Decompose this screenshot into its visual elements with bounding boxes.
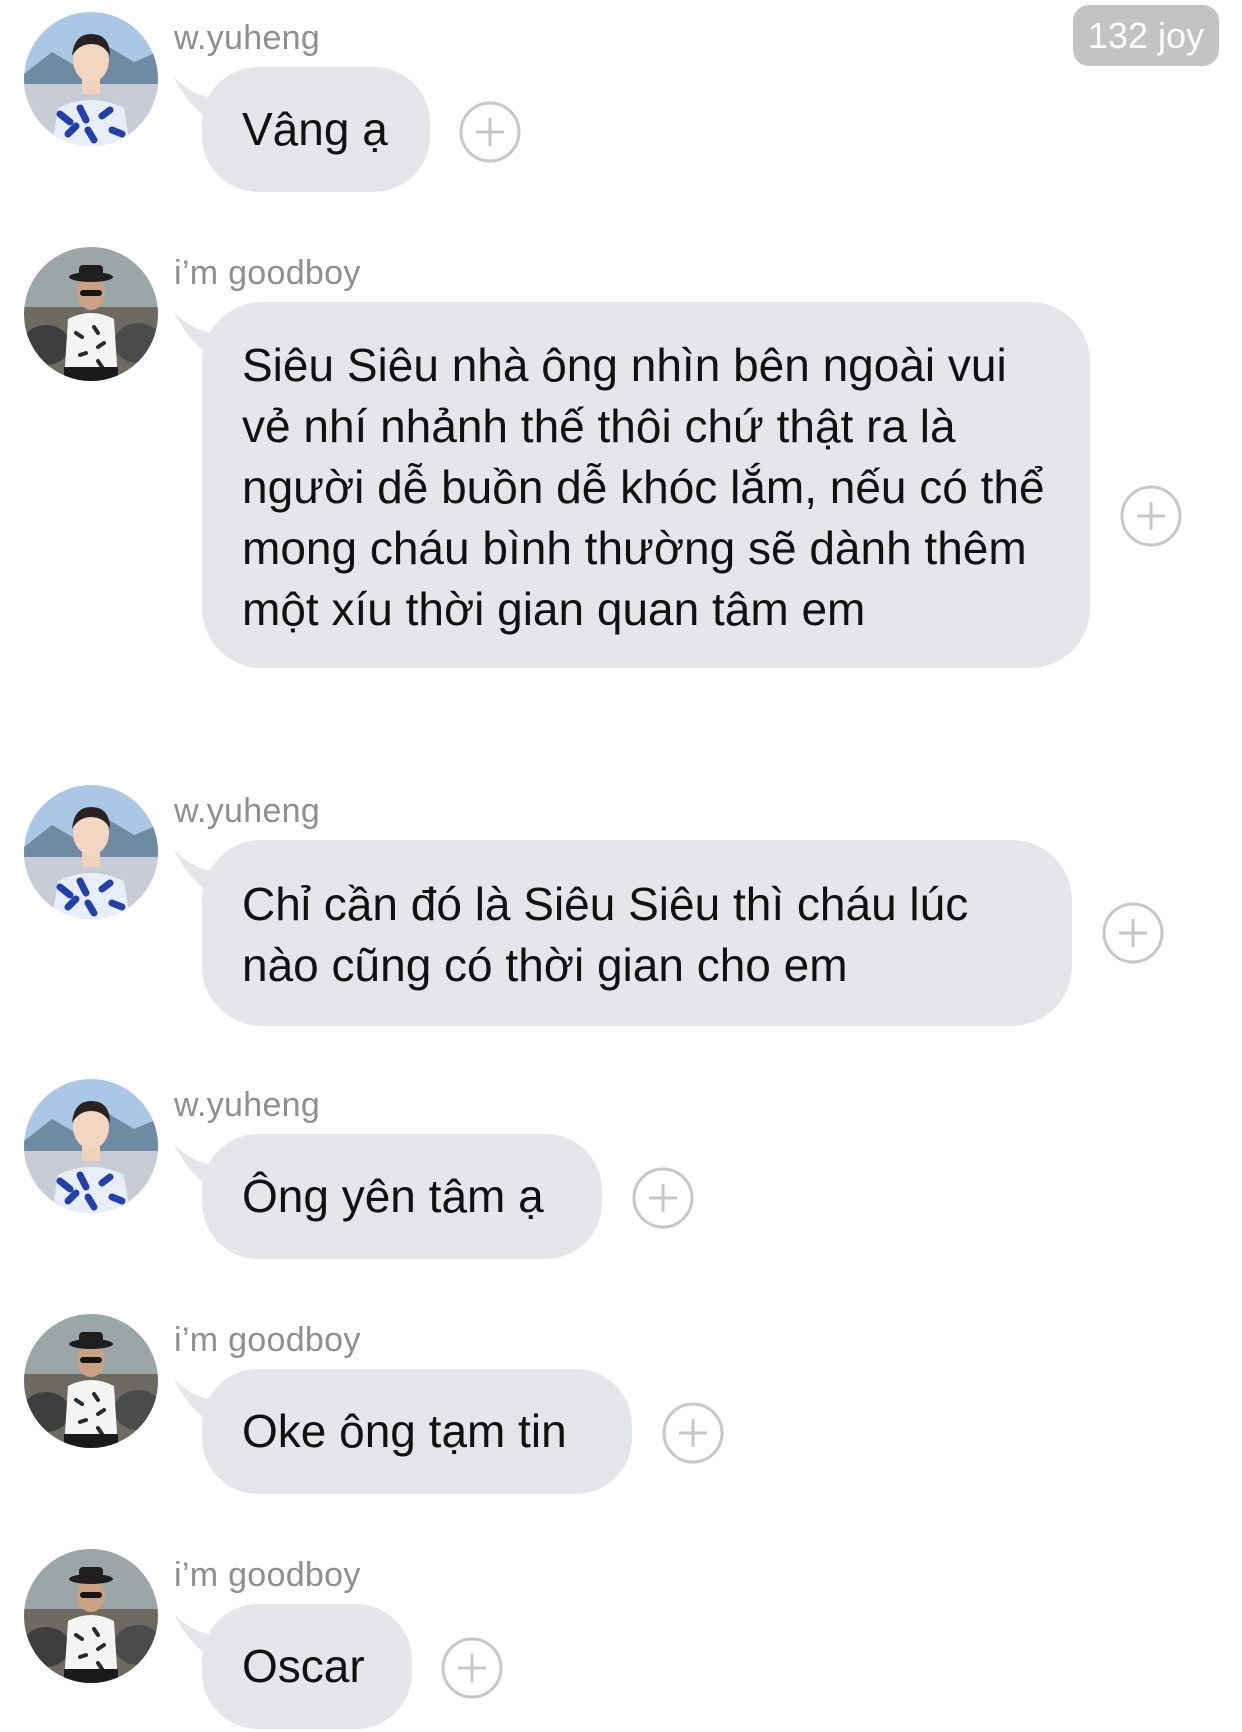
- plus-circle-icon: [632, 1167, 694, 1229]
- sender-name: w.yuheng: [174, 1086, 321, 1124]
- sender-name: w.yuheng: [174, 19, 321, 57]
- message-row: w.yuheng Ông yên tâm ạ: [0, 1079, 1242, 1269]
- message-bubble-wrapper: Vâng ạ: [170, 67, 430, 192]
- sender-name: w.yuheng: [174, 792, 321, 830]
- avatar[interactable]: [24, 1079, 158, 1213]
- plus-circle-icon: [441, 1637, 503, 1699]
- message-row: i’m goodboy Oscar: [0, 1549, 1242, 1732]
- add-reaction-button[interactable]: [441, 1637, 503, 1699]
- sender-name: i’m goodboy: [174, 254, 361, 292]
- add-reaction-button[interactable]: [459, 101, 521, 163]
- avatar[interactable]: [24, 1314, 158, 1448]
- add-reaction-button[interactable]: [632, 1167, 694, 1229]
- sender-name: i’m goodboy: [174, 1321, 361, 1359]
- message-bubble[interactable]: Oscar: [202, 1604, 412, 1729]
- plus-circle-icon: [459, 101, 521, 163]
- sender-name: i’m goodboy: [174, 1556, 361, 1594]
- message-row: w.yuheng Vâng ạ: [0, 12, 1242, 202]
- message-bubble-wrapper: Siêu Siêu nhà ông nhìn bên ngoài vui vẻ …: [170, 302, 1090, 668]
- message-bubble[interactable]: Oke ông tạm tin: [202, 1369, 632, 1494]
- avatar[interactable]: [24, 12, 158, 146]
- avatar[interactable]: [24, 247, 158, 381]
- plus-circle-icon: [1102, 902, 1164, 964]
- add-reaction-button[interactable]: [1102, 902, 1164, 964]
- avatar[interactable]: [24, 785, 158, 919]
- message-bubble-wrapper: Oke ông tạm tin: [170, 1369, 632, 1494]
- message-row: w.yuheng Chỉ cần đó là Siêu Siêu thì chá…: [0, 785, 1242, 1026]
- message-bubble[interactable]: Vâng ạ: [202, 67, 430, 192]
- message-row: i’m goodboy Siêu Siêu nhà ông nhìn bên n…: [0, 247, 1242, 737]
- plus-circle-icon: [662, 1402, 724, 1464]
- message-bubble-wrapper: Chỉ cần đó là Siêu Siêu thì cháu lúc nào…: [170, 840, 1072, 1026]
- message-bubble-wrapper: Ông yên tâm ạ: [170, 1134, 602, 1259]
- add-reaction-button[interactable]: [1120, 485, 1182, 547]
- message-row: i’m goodboy Oke ông tạm tin: [0, 1314, 1242, 1504]
- message-bubble[interactable]: Ông yên tâm ạ: [202, 1134, 602, 1259]
- avatar[interactable]: [24, 1549, 158, 1683]
- message-bubble-wrapper: Oscar: [170, 1604, 412, 1729]
- plus-circle-icon: [1120, 485, 1182, 547]
- message-bubble[interactable]: Siêu Siêu nhà ông nhìn bên ngoài vui vẻ …: [202, 302, 1090, 668]
- add-reaction-button[interactable]: [662, 1402, 724, 1464]
- message-bubble[interactable]: Chỉ cần đó là Siêu Siêu thì cháu lúc nào…: [202, 840, 1072, 1026]
